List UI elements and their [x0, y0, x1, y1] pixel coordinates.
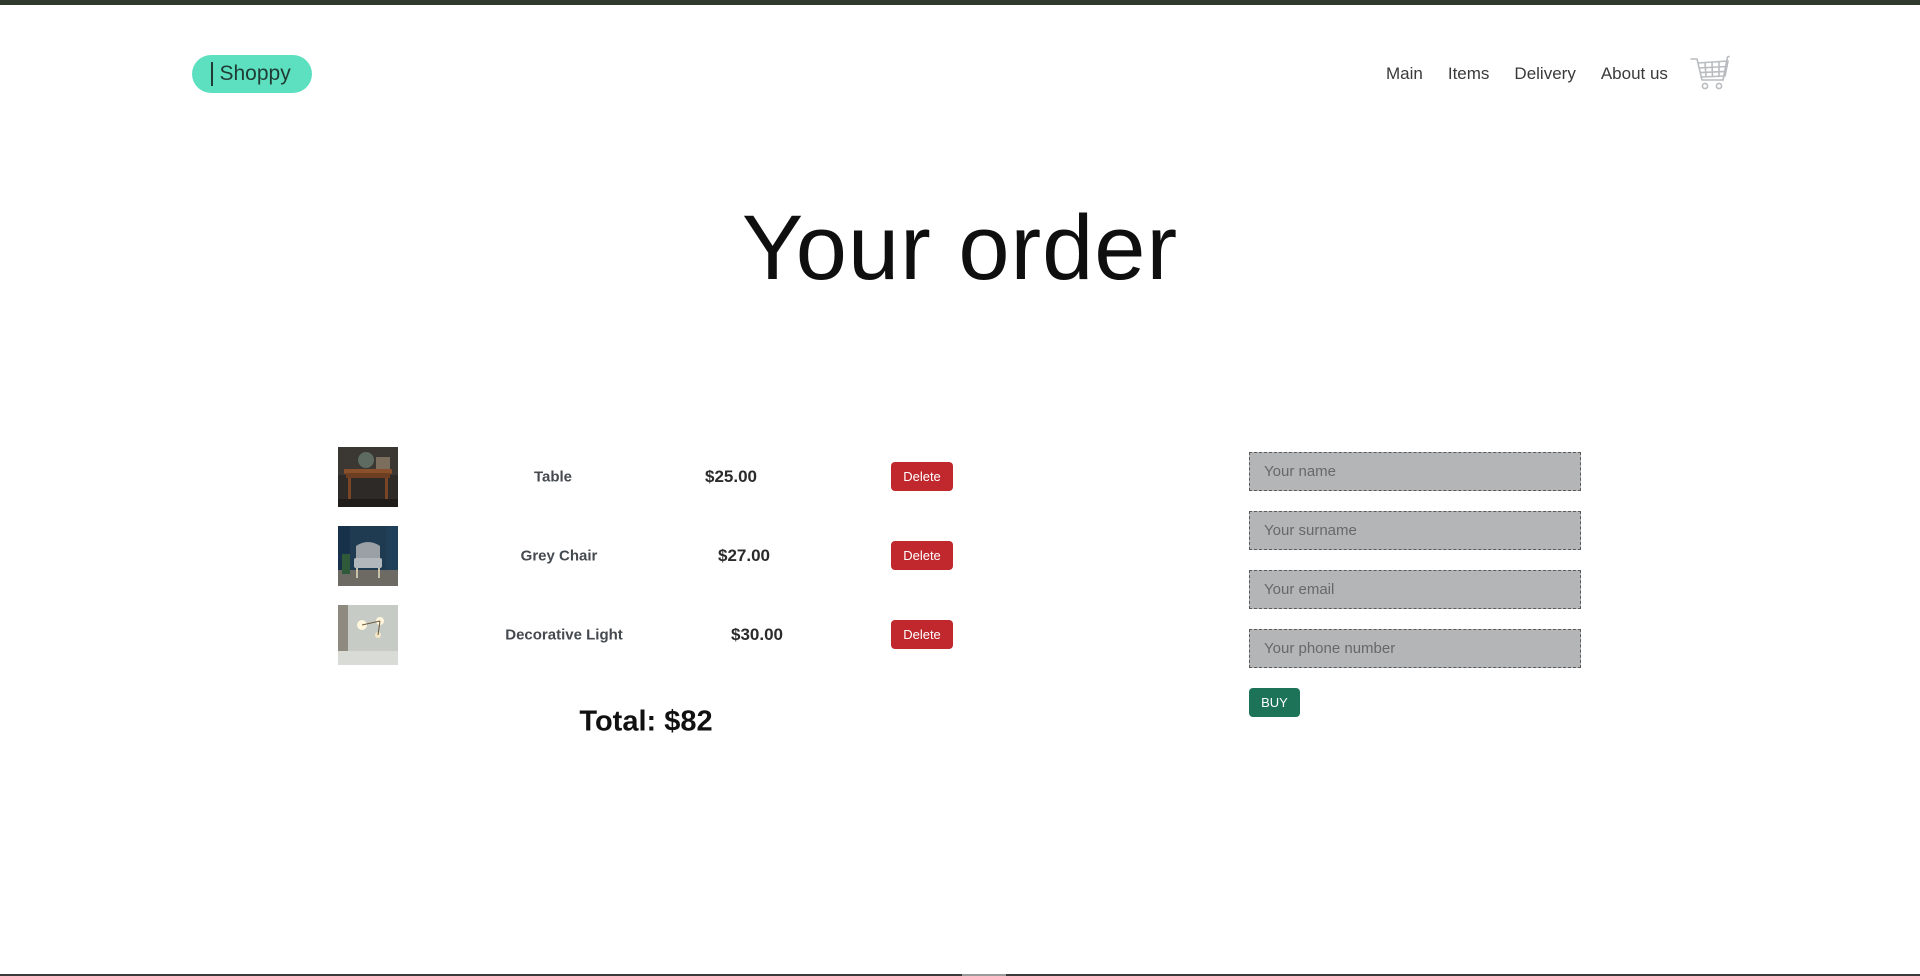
order-item: Table $25.00 Delete	[338, 447, 958, 507]
decorative-light-photo	[338, 605, 398, 665]
item-name: Decorative Light	[505, 626, 623, 644]
item-name: Table	[533, 468, 573, 486]
delete-button[interactable]: Delete	[891, 541, 953, 570]
item-price: $30.00	[731, 625, 783, 644]
buy-button[interactable]: BUY	[1249, 688, 1300, 717]
page-title: Your order	[741, 197, 1179, 299]
order-total: Total: $82	[579, 705, 713, 738]
phone-field[interactable]	[1249, 629, 1581, 668]
logo-text: Shoppy	[219, 62, 291, 85]
surname-field[interactable]	[1249, 511, 1581, 550]
name-field[interactable]	[1249, 452, 1581, 491]
top-border-strip	[0, 0, 1920, 5]
item-price: $25.00	[705, 467, 757, 486]
nav-item-about-us[interactable]: About us	[1601, 64, 1668, 84]
main-nav: Main Items Delivery About us	[1386, 64, 1693, 84]
table-photo	[338, 447, 398, 507]
email-field[interactable]	[1249, 570, 1581, 609]
nav-item-items[interactable]: Items	[1448, 64, 1490, 84]
shopping-cart-icon[interactable]	[1690, 55, 1730, 93]
delete-button[interactable]: Delete	[891, 620, 953, 649]
nav-item-delivery[interactable]: Delivery	[1514, 64, 1575, 84]
order-item: Grey Chair $27.00 Delete	[338, 526, 958, 586]
item-name: Grey Chair	[520, 547, 598, 565]
logo[interactable]: Shoppy	[192, 55, 312, 93]
grey-chair-photo	[338, 526, 398, 586]
delete-button[interactable]: Delete	[891, 462, 953, 491]
order-item: Decorative Light $30.00 Delete	[338, 605, 958, 665]
nav-item-main[interactable]: Main	[1386, 64, 1423, 84]
logo-divider	[211, 62, 213, 86]
item-price: $27.00	[718, 546, 770, 565]
